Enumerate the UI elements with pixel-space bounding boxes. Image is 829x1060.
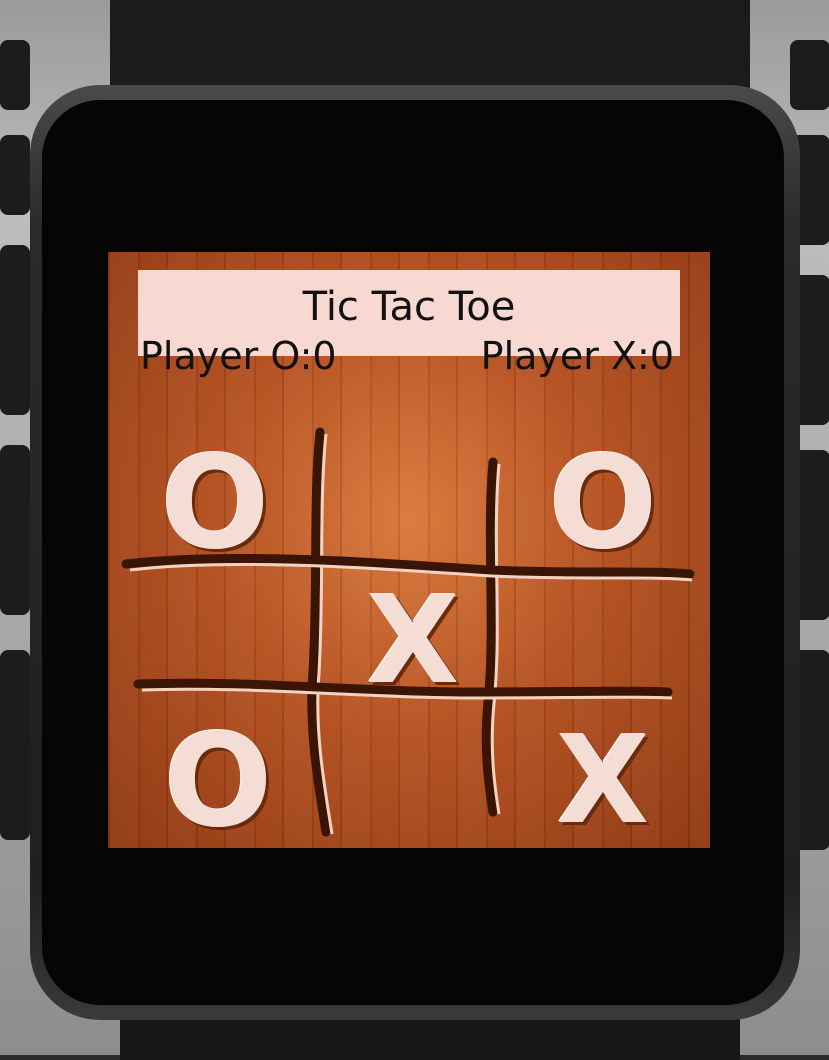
cell-1-1[interactable]: X <box>353 582 473 702</box>
cell-2-0[interactable]: O <box>163 718 273 846</box>
cell-2-2[interactable]: X <box>538 722 668 842</box>
game-screen: Tic Tac Toe Player O:0 Player X:0 O O X … <box>108 252 710 848</box>
cell-0-0[interactable]: O <box>160 440 270 568</box>
cell-0-2[interactable]: O <box>548 440 658 568</box>
